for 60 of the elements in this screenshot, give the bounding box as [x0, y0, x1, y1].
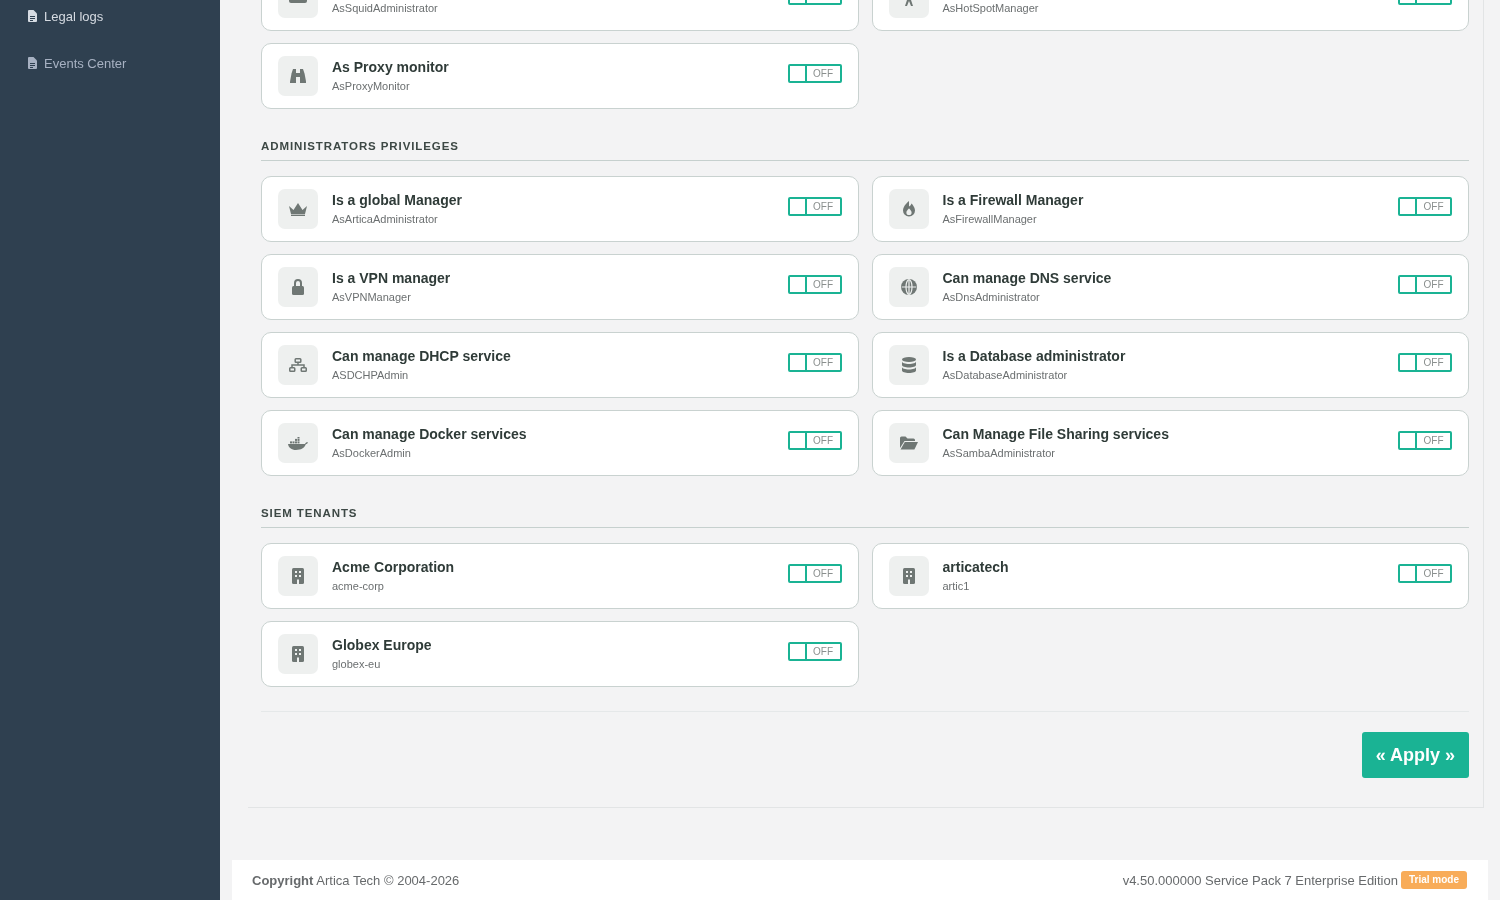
building-icon — [278, 634, 318, 674]
building-icon — [888, 556, 929, 596]
document-icon — [28, 10, 37, 22]
toggle-switch[interactable]: OFF — [1398, 197, 1452, 216]
card-title: articatech — [942, 558, 1009, 576]
database-icon — [888, 345, 929, 385]
card-subtitle: AsDatabaseAdministrator — [942, 368, 1068, 382]
card-title: Can manage Docker services — [332, 425, 527, 443]
card-subtitle: AsVPNManager — [332, 290, 411, 304]
toggle-switch[interactable]: OFF — [787, 564, 842, 583]
toggle-switch[interactable]: OFF — [787, 353, 842, 372]
toggle-switch[interactable]: OFF — [1398, 275, 1452, 294]
card-title: Is a Firewall Manager — [942, 191, 1084, 209]
section-heading: SIEM TENANTS — [261, 507, 358, 519]
toggle-switch[interactable]: OFF — [787, 64, 842, 83]
document-icon — [28, 57, 37, 69]
sidebar-link[interactable]: Legal logs — [28, 6, 104, 26]
sidebar-link[interactable]: Events Center — [28, 53, 127, 73]
card-subtitle: AsProxyMonitor — [332, 79, 410, 93]
card-subtitle: AsArticaAdministrator — [332, 212, 438, 226]
card-subtitle: AsFirewallManager — [942, 212, 1037, 226]
card-subtitle: AsSquidAdministrator — [332, 1, 438, 15]
card-subtitle: AsSambaAdministrator — [942, 446, 1055, 460]
card-subtitle: AsDockerAdmin — [332, 446, 411, 460]
toggle-switch[interactable]: OFF — [1398, 431, 1452, 450]
crown-icon — [278, 189, 318, 229]
globe-icon — [888, 267, 929, 307]
card-title: Acme Corporation — [332, 558, 455, 576]
card-subtitle: AsHotSpotManager — [942, 1, 1039, 15]
card-subtitle: globex-eu — [332, 657, 381, 671]
apply-button[interactable]: « Apply » — [1361, 732, 1469, 778]
building-icon — [278, 556, 318, 596]
card-subtitle: AsDnsAdministrator — [942, 290, 1040, 304]
card-title: Is a Database administrator — [942, 347, 1126, 365]
card-title: As Proxy monitor — [332, 58, 449, 76]
card-subtitle: artic1 — [942, 579, 970, 593]
toggle-switch[interactable]: OFF — [787, 642, 842, 661]
card-title: Can Manage File Sharing services — [942, 425, 1169, 443]
whale-icon — [278, 423, 318, 463]
card-title: Is a global Manager — [332, 191, 462, 209]
trial-mode-badge: Trial mode — [1401, 871, 1467, 889]
lock-icon — [278, 267, 318, 307]
toggle-switch[interactable]: OFF — [787, 197, 842, 216]
network-icon — [278, 345, 318, 385]
card-title: Globex Europe — [332, 636, 432, 654]
card-subtitle: ASDCHPAdmin — [332, 368, 409, 382]
toggle-switch[interactable]: OFF — [787, 275, 842, 294]
toggle-switch[interactable]: OFF — [787, 431, 842, 450]
flame-icon — [888, 189, 929, 229]
version-text: v4.50.000000 Service Pack 7 Enterprise Edition — [1122, 872, 1398, 888]
card-subtitle: acme-corp — [332, 579, 384, 593]
section-heading: ADMINISTRATORS PRIVILEGES — [261, 140, 459, 152]
toggle-switch[interactable]: OFF — [1398, 564, 1452, 583]
toggle-switch[interactable]: OFF — [1398, 353, 1452, 372]
binoculars-icon — [278, 56, 318, 96]
copyright-text: Copyright Artica Tech © 2004-2026 — [252, 872, 460, 888]
card-title: Can manage DNS service — [942, 269, 1112, 287]
folder-icon — [888, 423, 929, 463]
card-title: Is a VPN manager — [332, 269, 451, 287]
card-title: Can manage DHCP service — [332, 347, 511, 365]
